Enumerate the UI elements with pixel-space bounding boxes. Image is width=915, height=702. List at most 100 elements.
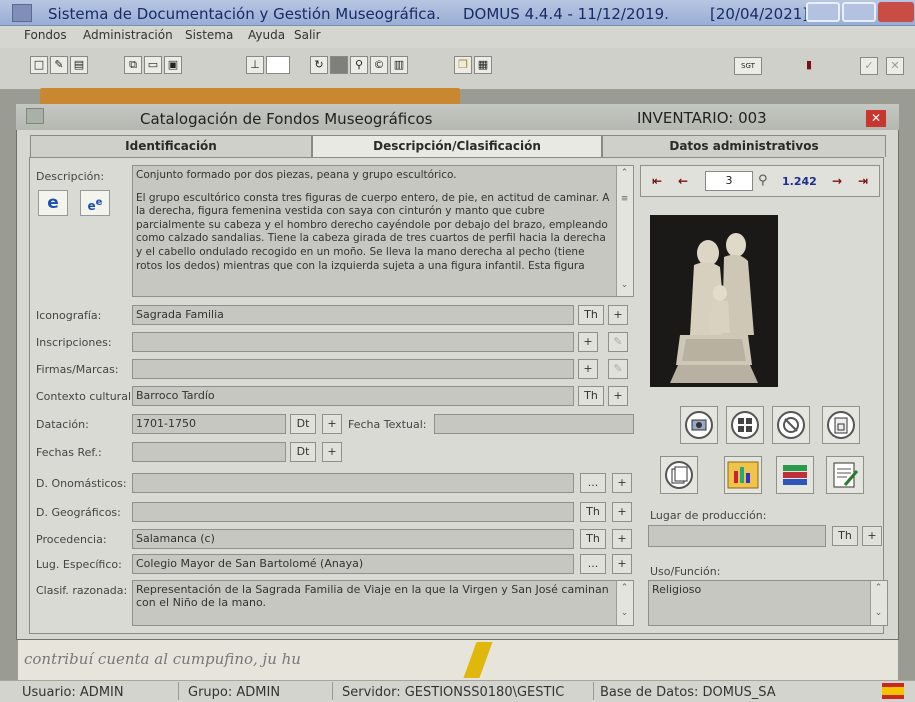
tab-descripcion-clasificacion[interactable]: Descripción/Clasificación xyxy=(312,135,602,159)
refresh-icon[interactable]: ↻ xyxy=(310,56,328,74)
inscripciones-add-button[interactable]: + xyxy=(578,332,598,352)
sgt-icon[interactable]: SGT xyxy=(734,57,762,75)
firmas-add-button[interactable]: + xyxy=(578,359,598,379)
uso-scroll-down-icon[interactable]: ⌄ xyxy=(871,608,886,618)
datacion-field[interactable]: 1701-1750 xyxy=(132,414,286,434)
panel-icon[interactable]: ▣ xyxy=(164,56,182,74)
record-number-field[interactable]: 3 xyxy=(705,171,753,191)
binoculars-icon[interactable]: ⚲ xyxy=(350,56,368,74)
menu-salir[interactable]: Salir xyxy=(294,28,321,42)
report-edit-icon[interactable] xyxy=(826,456,864,494)
accept-icon[interactable]: ✓ xyxy=(860,57,878,75)
thesaurus-icon[interactable]: ee xyxy=(80,190,110,216)
lug-especifico-field[interactable]: Colegio Mayor de San Bartolomé (Anaya) xyxy=(132,554,574,574)
geograficos-th-button[interactable]: Th xyxy=(580,502,606,522)
onomasticos-add-button[interactable]: + xyxy=(612,473,632,493)
lugar-produccion-th-button[interactable]: Th xyxy=(832,526,858,546)
geograficos-field[interactable] xyxy=(132,502,574,522)
documents-stack-icon[interactable] xyxy=(660,456,698,494)
procedencia-th-button[interactable]: Th xyxy=(580,529,606,549)
maximize-icon[interactable] xyxy=(842,2,876,22)
uso-funcion-field[interactable]: Religioso xyxy=(648,580,888,626)
toolbar-field[interactable] xyxy=(266,56,290,74)
scroll-up-icon[interactable]: ⌃ xyxy=(617,168,632,178)
fechas-ref-dt-button[interactable]: Dt xyxy=(290,442,316,462)
clasif-scroll-down-icon[interactable]: ⌄ xyxy=(617,608,632,618)
iconografia-add-button[interactable]: + xyxy=(608,305,628,325)
menu-ayuda[interactable]: Ayuda xyxy=(248,28,285,42)
lug-especifico-browse-button[interactable]: ... xyxy=(580,554,606,574)
tab-identificacion[interactable]: Identificación xyxy=(30,135,312,157)
minimize-icon[interactable] xyxy=(806,2,840,22)
book-icon[interactable]: ▥ xyxy=(390,56,408,74)
datacion-dt-button[interactable]: Dt xyxy=(290,414,316,434)
datacion-add-button[interactable]: + xyxy=(322,414,342,434)
fechas-ref-add-button[interactable]: + xyxy=(322,442,342,462)
app-title: Sistema de Documentación y Gestión Museo… xyxy=(48,5,441,23)
scroll-down-icon[interactable]: ⌄ xyxy=(617,280,632,290)
clasif-scroll-up-icon[interactable]: ⌃ xyxy=(617,583,632,593)
lugar-produccion-field[interactable] xyxy=(648,525,826,547)
lugar-produccion-add-button[interactable]: + xyxy=(862,526,882,546)
folder-chart-icon[interactable] xyxy=(724,456,762,494)
contexto-field[interactable]: Barroco Tardío xyxy=(132,386,574,406)
window-close-icon[interactable] xyxy=(878,2,914,22)
camera-icon[interactable] xyxy=(680,406,718,444)
firmas-edit-icon[interactable]: ✎ xyxy=(608,359,628,379)
copyright-icon[interactable]: © xyxy=(370,56,388,74)
procedencia-add-button[interactable]: + xyxy=(612,529,632,549)
menu-sistema[interactable]: Sistema xyxy=(185,28,233,42)
iconografia-th-button[interactable]: Th xyxy=(578,305,604,325)
geograficos-add-button[interactable]: + xyxy=(612,502,632,522)
clipboard-icon[interactable] xyxy=(822,406,860,444)
cancel-icon[interactable]: ✕ xyxy=(886,57,904,75)
onomasticos-browse-button[interactable]: ... xyxy=(580,473,606,493)
contexto-add-button[interactable]: + xyxy=(608,386,628,406)
menu-fondos[interactable]: Fondos xyxy=(24,28,67,42)
clasif-field[interactable]: Representación de la Sagrada Familia de … xyxy=(132,580,634,626)
grid-view-icon[interactable] xyxy=(726,406,764,444)
books-icon[interactable] xyxy=(776,456,814,494)
status-servidor: Servidor: GESTIONSS0180\GESTIC xyxy=(342,685,565,700)
fechas-ref-field[interactable] xyxy=(132,442,286,462)
window-icon[interactable]: ▭ xyxy=(144,56,162,74)
menu-administracion[interactable]: Administración xyxy=(83,28,173,42)
contexto-label: Contexto cultural: xyxy=(36,390,135,403)
status-usuario: Usuario: ADMIN xyxy=(22,685,124,700)
lug-especifico-label: Lug. Específico: xyxy=(36,558,122,571)
align-icon[interactable]: ⊥ xyxy=(246,56,264,74)
inscripciones-edit-icon[interactable]: ✎ xyxy=(608,332,628,352)
grid-icon[interactable]: ▦ xyxy=(474,56,492,74)
uso-scroll-up-icon[interactable]: ⌃ xyxy=(871,583,886,593)
exit-door-icon[interactable]: ▮ xyxy=(800,57,818,75)
new-record-icon[interactable]: □ xyxy=(30,56,48,74)
copy-icon[interactable]: ⧉ xyxy=(124,56,142,74)
onomasticos-field[interactable] xyxy=(132,473,574,493)
previous-record-icon[interactable]: ← xyxy=(672,172,694,192)
edit-icon[interactable]: ✎ xyxy=(50,56,68,74)
language-flag-icon[interactable] xyxy=(882,683,904,699)
spellcheck-icon[interactable]: e xyxy=(38,190,68,216)
descripcion-scrollbar[interactable] xyxy=(616,166,633,296)
lug-especifico-add-button[interactable]: + xyxy=(612,554,632,574)
rotate-icon[interactable] xyxy=(772,406,810,444)
inscripciones-field[interactable] xyxy=(132,332,574,352)
app-icon xyxy=(12,4,32,22)
first-record-icon[interactable]: ⇤ xyxy=(646,172,668,192)
search-icon[interactable]: ⚲ xyxy=(758,173,768,188)
scroll-thumb-icon[interactable]: ≡ xyxy=(617,194,632,204)
delete-icon[interactable]: ▤ xyxy=(70,56,88,74)
last-record-icon[interactable]: ⇥ xyxy=(852,172,874,192)
contexto-th-button[interactable]: Th xyxy=(578,386,604,406)
block-icon[interactable] xyxy=(330,56,348,74)
descripcion-label: Descripción: xyxy=(36,170,105,183)
documents-icon[interactable]: ❐ xyxy=(454,56,472,74)
iconografia-field[interactable]: Sagrada Familia xyxy=(132,305,574,325)
procedencia-field[interactable]: Salamanca (c) xyxy=(132,529,574,549)
next-record-icon[interactable]: → xyxy=(826,172,848,192)
fecha-textual-field[interactable] xyxy=(434,414,634,434)
tab-datos-administrativos[interactable]: Datos administrativos xyxy=(602,135,886,157)
firmas-field[interactable] xyxy=(132,359,574,379)
dialog-close-icon[interactable]: ✕ xyxy=(866,110,886,127)
object-photo[interactable] xyxy=(650,215,778,387)
